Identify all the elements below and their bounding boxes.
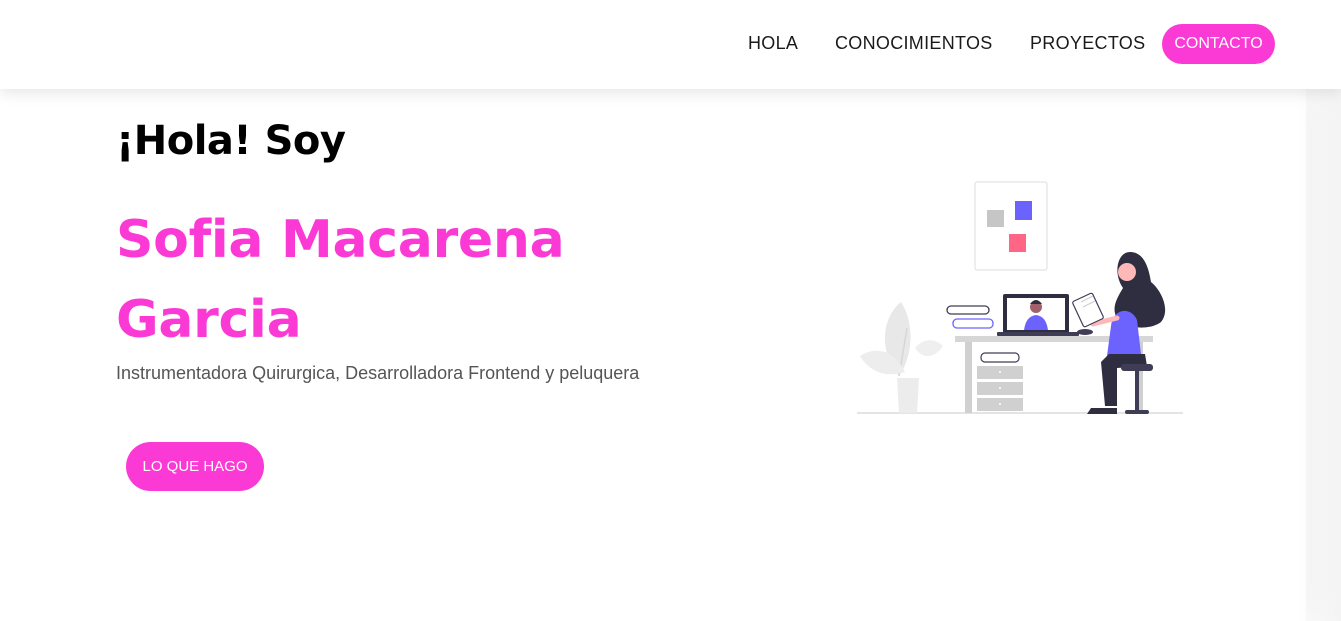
nav-link-proyectos[interactable]: PROYECTOS	[1030, 33, 1145, 54]
hero-greeting: ¡Hola! Soy	[116, 118, 346, 164]
plant-icon	[860, 302, 943, 413]
nav-link-hola[interactable]: HOLA	[748, 33, 798, 54]
navbar: HOLA CONOCIMIENTOS PROYECTOS CONTACTO	[0, 0, 1341, 89]
hero-name: Sofia Macarena Garcia	[116, 210, 565, 350]
person-at-desk-illustration	[857, 181, 1183, 414]
wall-board-icon	[974, 181, 1048, 271]
nav-link-conocimientos[interactable]: CONOCIMIENTOS	[835, 33, 993, 54]
lo-que-hago-button[interactable]: LO QUE HAGO	[126, 442, 264, 491]
books-icon	[946, 305, 994, 329]
page-edge-shadow	[1296, 89, 1341, 621]
laptop-icon	[997, 294, 1079, 336]
contact-button[interactable]: CONTACTO	[1162, 24, 1275, 64]
hero-subtitle: Instrumentadora Quirurgica, Desarrollado…	[116, 363, 640, 383]
